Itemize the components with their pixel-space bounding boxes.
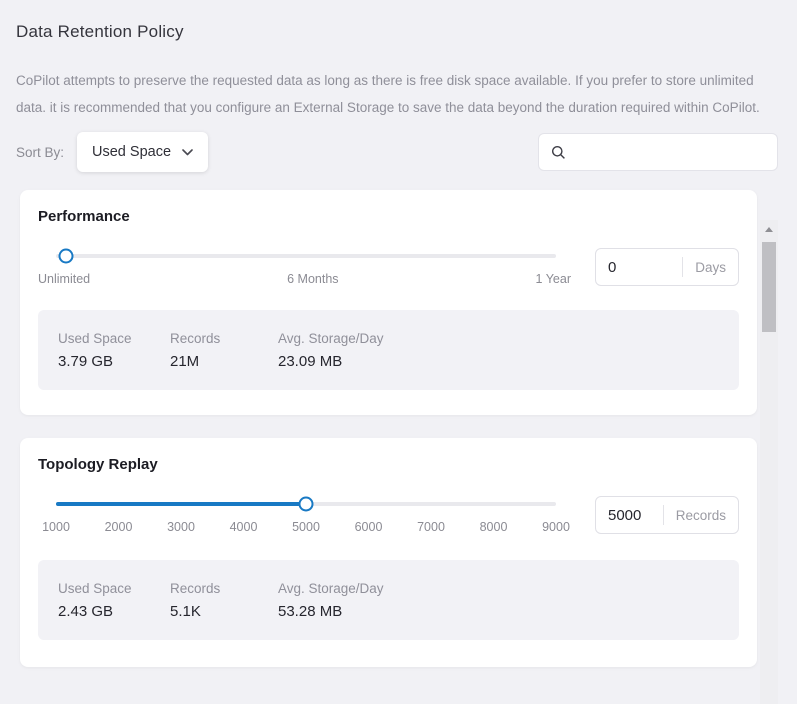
- tick-label: 3000: [167, 520, 195, 534]
- card-performance: Performance Unlimited 6 Months 1 Year Da…: [20, 190, 757, 415]
- retention-value-box-topology: Records: [595, 496, 739, 534]
- arrow-up-icon: [765, 227, 773, 232]
- search-box[interactable]: [538, 133, 778, 171]
- tick-label: 9000: [542, 520, 570, 534]
- slider-row: 1000 2000 3000 4000 5000 6000 7000 8000 …: [38, 486, 739, 536]
- tick-label: 6 Months: [287, 272, 338, 286]
- controls-row: Sort By: Used Space: [0, 132, 797, 172]
- slider-tick-labels: 1000 2000 3000 4000 5000 6000 7000 8000 …: [56, 520, 556, 536]
- page-header: Data Retention Policy CoPilot attempts t…: [0, 0, 797, 121]
- retention-slider-topology: 1000 2000 3000 4000 5000 6000 7000 8000 …: [38, 486, 571, 536]
- sort-by-value: Used Space: [92, 144, 171, 160]
- retention-value-input[interactable]: [596, 259, 682, 276]
- slider-track[interactable]: [56, 254, 556, 258]
- tick-label: 1 Year: [536, 272, 571, 286]
- card-title: Topology Replay: [38, 454, 739, 476]
- tick-label: 6000: [355, 520, 383, 534]
- stat-used-space: Used Space 2.43 GB: [58, 581, 170, 620]
- page-description: CoPilot attempts to preserve the request…: [16, 67, 781, 121]
- stat-label: Used Space: [58, 331, 170, 346]
- sort-by-label: Sort By:: [16, 145, 64, 160]
- retention-cards-list: Performance Unlimited 6 Months 1 Year Da…: [0, 190, 797, 667]
- stat-avg-storage: Avg. Storage/Day 53.28 MB: [278, 581, 384, 620]
- slider-fill: [56, 502, 306, 506]
- slider-row: Unlimited 6 Months 1 Year Days: [38, 238, 739, 286]
- vertical-scrollbar[interactable]: [760, 220, 778, 704]
- stat-value: 21M: [170, 353, 278, 370]
- stat-label: Records: [170, 331, 278, 346]
- stat-value: 2.43 GB: [58, 603, 170, 620]
- retention-value-box-performance: Days: [595, 248, 739, 286]
- sort-by-dropdown[interactable]: Used Space: [77, 132, 208, 172]
- search-input[interactable]: [575, 143, 765, 161]
- tick-label: 8000: [480, 520, 508, 534]
- tick-label: 7000: [417, 520, 445, 534]
- scrollbar-thumb[interactable]: [762, 242, 776, 332]
- stat-label: Records: [170, 581, 278, 596]
- tick-label: Unlimited: [38, 272, 90, 286]
- search-icon: [551, 145, 566, 160]
- stat-label: Used Space: [58, 581, 170, 596]
- chevron-down-icon: [182, 149, 193, 156]
- card-title: Performance: [38, 206, 739, 228]
- scroll-up-button[interactable]: [760, 220, 778, 238]
- stat-label: Avg. Storage/Day: [278, 581, 384, 596]
- stat-used-space: Used Space 3.79 GB: [58, 331, 170, 370]
- stat-value: 5.1K: [170, 603, 278, 620]
- slider-track[interactable]: [56, 502, 556, 506]
- card-topology-replay: Topology Replay 1000 2000 3000 4000 5000…: [20, 438, 757, 667]
- stat-value: 3.79 GB: [58, 353, 170, 370]
- stat-value: 53.28 MB: [278, 603, 384, 620]
- retention-slider-performance: Unlimited 6 Months 1 Year: [38, 238, 571, 286]
- tick-label: 2000: [105, 520, 133, 534]
- value-unit-label: Days: [683, 260, 738, 275]
- stats-box: Used Space 3.79 GB Records 21M Avg. Stor…: [38, 310, 739, 390]
- stat-records: Records 5.1K: [170, 581, 278, 620]
- stat-avg-storage: Avg. Storage/Day 23.09 MB: [278, 331, 384, 370]
- page-title: Data Retention Policy: [16, 22, 781, 42]
- slider-tick-labels: Unlimited 6 Months 1 Year: [38, 272, 571, 286]
- slider-handle[interactable]: [299, 497, 314, 512]
- stat-records: Records 21M: [170, 331, 278, 370]
- value-unit-label: Records: [664, 508, 738, 523]
- slider-handle[interactable]: [59, 249, 74, 264]
- stats-box: Used Space 2.43 GB Records 5.1K Avg. Sto…: [38, 560, 739, 640]
- tick-label: 4000: [230, 520, 258, 534]
- tick-label: 1000: [42, 520, 70, 534]
- retention-value-input[interactable]: [596, 507, 663, 524]
- tick-label: 5000: [292, 520, 320, 534]
- stat-value: 23.09 MB: [278, 353, 384, 370]
- stat-label: Avg. Storage/Day: [278, 331, 384, 346]
